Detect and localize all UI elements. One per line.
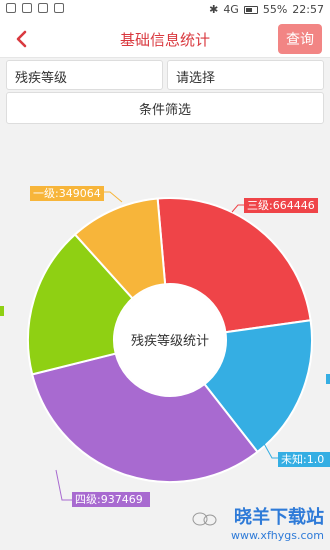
data-label-1: 未知:1.0 [281, 452, 324, 466]
select-field[interactable]: 请选择 [167, 60, 324, 90]
center-label: 残疾等级统计 [131, 333, 209, 349]
navbar: 基础信息统计 查询 [0, 20, 330, 58]
query-button[interactable]: 查询 [278, 24, 322, 54]
donut-chart-svg: 残疾等级统计 三级:664446 未知:1.0 四级:937469 一级:349064 [0, 186, 330, 507]
status-right: ✱ 4G 55% 22:57 [209, 3, 324, 16]
app-icon [54, 3, 64, 13]
network-indicator: 4G [223, 3, 239, 16]
status-bar: ✱ 4G 55% 22:57 [0, 0, 330, 20]
disability-level-field[interactable]: 残疾等级 [6, 60, 163, 90]
data-label-4: 一级:349064 [33, 187, 101, 200]
wechat-icon [192, 512, 217, 526]
filter-row: 残疾等级 请选择 [6, 60, 324, 90]
data-label-0: 三级:664446 [247, 199, 315, 212]
leader-line-4 [102, 191, 123, 203]
watermark-url: www.xfhygs.com [230, 529, 324, 542]
battery-icon [243, 5, 258, 14]
watermark-logo: 晓羊下载站 [234, 507, 324, 528]
clock-time: 22:57 [292, 3, 324, 16]
download-icon [38, 3, 48, 13]
filter-conditions-button[interactable]: 条件筛选 [6, 92, 324, 124]
notification-icon [6, 3, 16, 13]
watermark: 晓羊下载站 www.xfhygs.com [192, 503, 324, 542]
data-label-2: 四级:937469 [75, 493, 143, 506]
battery-percent: 55% [262, 3, 288, 16]
donut-chart: 残疾等级统计 三级:664446 未知:1.0 四级:937469 一级:349064 [0, 140, 330, 520]
email-icon [22, 3, 32, 13]
bluetooth-icon: ✱ [209, 3, 219, 16]
edge-marker-right [326, 374, 330, 384]
status-left-icons [6, 3, 64, 13]
edge-marker-left [0, 306, 4, 316]
